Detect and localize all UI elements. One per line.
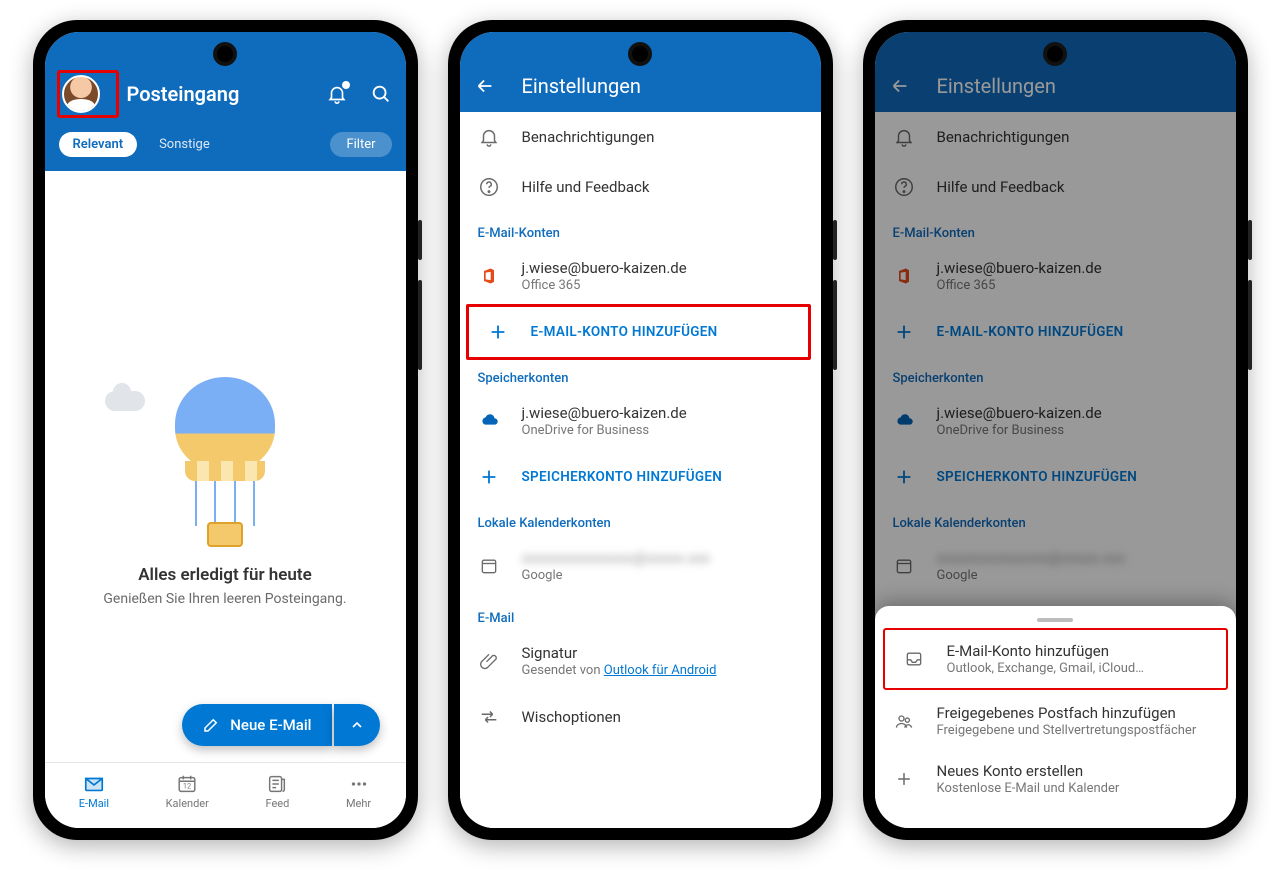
sheet-add-email-account[interactable]: E-Mail-Konto hinzufügen Outlook, Exchang… <box>885 630 1226 688</box>
search-icon[interactable] <box>370 83 392 105</box>
bell-outline-icon <box>478 126 500 148</box>
outlook-android-link[interactable]: Outlook für Android <box>604 663 717 678</box>
bottom-sheet: E-Mail-Konto hinzufügen Outlook, Exchang… <box>875 606 1236 828</box>
arrow-left-icon <box>474 75 496 97</box>
nav-calendar[interactable]: 12 Kalender <box>166 773 209 810</box>
bottom-nav: E-Mail 12 Kalender Feed Mehr <box>45 762 406 828</box>
svg-text:12: 12 <box>183 782 191 791</box>
more-icon <box>348 773 370 795</box>
back-button[interactable] <box>474 75 496 97</box>
sheet-handle[interactable] <box>1037 618 1073 622</box>
empty-title: Alles erledigt für heute <box>138 565 312 585</box>
phone-mockup-1: Posteingang Relevant Sonstige Filter <box>33 20 418 840</box>
section-local-calendar: Lokale Kalenderkonten <box>460 502 821 535</box>
nav-more[interactable]: Mehr <box>346 773 371 810</box>
bell-icon[interactable] <box>326 83 348 105</box>
nav-email[interactable]: E-Mail <box>79 773 109 810</box>
empty-subtitle: Genießen Sie Ihren leeren Posteingang. <box>103 591 346 607</box>
highlight-avatar <box>57 70 119 118</box>
balloon-illustration <box>165 377 285 547</box>
help-icon <box>478 176 500 198</box>
row-account-o365[interactable]: j.wiese@buero-kaizen.de Office 365 <box>460 245 821 307</box>
onedrive-icon <box>478 410 500 432</box>
highlight-add-email: E-MAIL-KONTO HINZUFÜGEN <box>466 304 811 360</box>
sheet-add-shared-mailbox[interactable]: Freigegebenes Postfach hinzufügen Freige… <box>875 692 1236 750</box>
inbox-icon <box>903 648 925 670</box>
office-icon <box>478 265 500 287</box>
row-notifications[interactable]: Benachrichtigungen <box>460 112 821 162</box>
row-swipe-options[interactable]: Wischoptionen <box>460 692 821 742</box>
tab-relevant[interactable]: Relevant <box>59 132 138 157</box>
section-storage-accounts: Speicherkonten <box>460 357 821 390</box>
calendar-outline-icon <box>478 555 500 577</box>
blurred-email: xxxxxxxxxxxxxxx@xxxxx.xxx <box>522 549 711 567</box>
nav-feed[interactable]: Feed <box>265 773 289 810</box>
swipe-icon <box>478 706 500 728</box>
tab-other[interactable]: Sonstige <box>145 132 224 157</box>
settings-title: Einstellungen <box>522 74 641 98</box>
row-add-email-account[interactable]: E-MAIL-KONTO HINZUFÜGEN <box>469 307 808 357</box>
section-email-accounts: E-Mail-Konten <box>460 212 821 245</box>
cloud-decoration <box>105 391 145 411</box>
plus-icon <box>487 321 509 343</box>
plus-icon <box>478 466 500 488</box>
feed-icon <box>266 773 288 795</box>
compose-icon <box>202 716 220 734</box>
row-help[interactable]: Hilfe und Feedback <box>460 162 821 212</box>
phone-mockup-3: Einstellungen Benachrichtigungen Hilfe u… <box>863 20 1248 840</box>
highlight-sheet-add-email: E-Mail-Konto hinzufügen Outlook, Exchang… <box>883 628 1228 690</box>
phone-mockup-2: Einstellungen Benachrichtigungen Hilfe u… <box>448 20 833 840</box>
chevron-up-icon <box>349 717 365 733</box>
filter-button[interactable]: Filter <box>330 132 391 157</box>
row-account-google[interactable]: xxxxxxxxxxxxxxx@xxxxx.xxx Google <box>460 535 821 597</box>
avatar-button[interactable] <box>62 75 100 113</box>
signature-value: Gesendet von Outlook für Android <box>522 663 717 678</box>
people-icon <box>893 710 915 732</box>
row-account-onedrive[interactable]: j.wiese@buero-kaizen.de OneDrive for Bus… <box>460 390 821 452</box>
attachment-icon <box>478 650 500 672</box>
row-signature[interactable]: Signatur Gesendet von Outlook für Androi… <box>460 630 821 692</box>
empty-inbox: Alles erledigt für heute Genießen Sie Ih… <box>45 171 406 762</box>
sheet-create-new-account[interactable]: Neues Konto erstellen Kostenlose E-Mail … <box>875 750 1236 808</box>
compose-dropdown[interactable] <box>334 704 380 746</box>
mail-icon <box>83 773 105 795</box>
row-add-storage-account[interactable]: SPEICHERKONTO HINZUFÜGEN <box>460 452 821 502</box>
inbox-title: Posteingang <box>127 82 326 106</box>
section-email: E-Mail <box>460 597 821 630</box>
plus-icon <box>893 768 915 790</box>
calendar-icon: 12 <box>176 773 198 795</box>
compose-button[interactable]: Neue E-Mail <box>182 704 331 746</box>
